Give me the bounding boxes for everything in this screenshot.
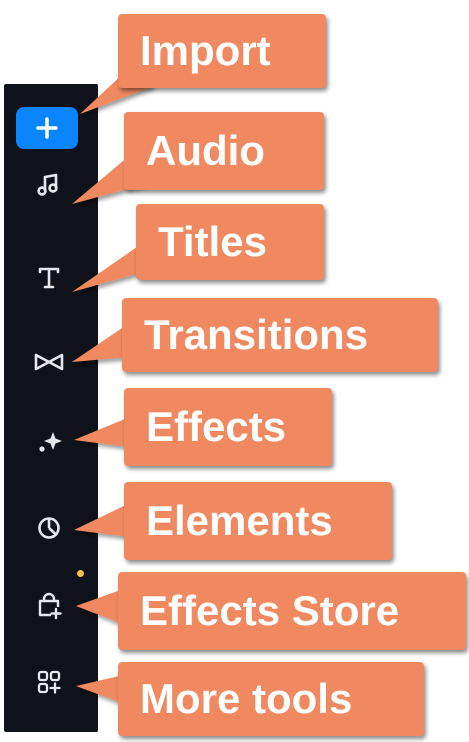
sparkle-effects-icon (39, 432, 62, 452)
effects-callout: Effects (124, 388, 332, 466)
effects-button[interactable] (18, 418, 80, 466)
new-badge-dot (77, 570, 84, 577)
import-button[interactable] (16, 104, 78, 152)
audio-button[interactable] (18, 160, 80, 208)
text-t-icon (38, 267, 60, 289)
grid-plus-icon (37, 670, 61, 694)
effects-store-callout: Effects Store (118, 572, 466, 650)
import-button-highlight (16, 107, 78, 149)
audio-callout: Audio (124, 112, 324, 190)
store-bag-plus-icon (38, 592, 62, 620)
titles-button[interactable] (18, 254, 80, 302)
import-callout: Import (118, 14, 326, 88)
plus-icon (36, 117, 58, 139)
elements-pie-icon (38, 517, 60, 539)
transitions-button[interactable] (18, 338, 80, 386)
transitions-callout: Transitions (122, 298, 438, 372)
effects-store-button[interactable] (18, 582, 80, 630)
more-tools-button[interactable] (18, 658, 80, 706)
music-note-icon (37, 173, 58, 196)
more-tools-callout: More tools (118, 662, 424, 736)
titles-callout: Titles (136, 204, 324, 280)
elements-button[interactable] (18, 504, 80, 552)
elements-callout: Elements (124, 482, 392, 560)
transitions-icon (34, 353, 64, 371)
